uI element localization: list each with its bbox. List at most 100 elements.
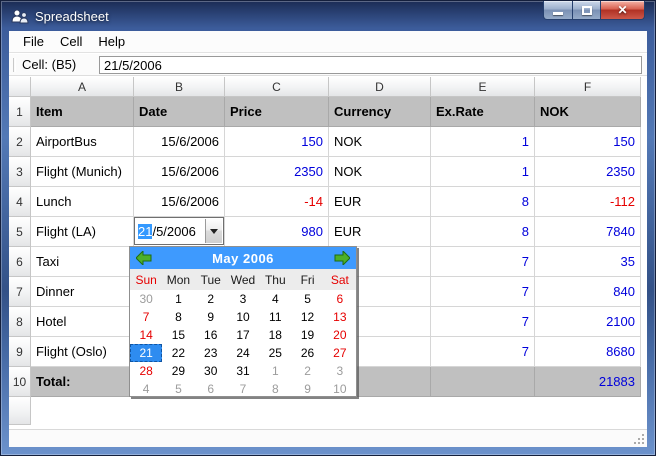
cell-A9[interactable]: Flight (Oslo) — [31, 337, 134, 367]
calendar-day[interactable]: 8 — [259, 380, 291, 398]
calendar-day[interactable]: 31 — [227, 362, 259, 380]
cell-E5[interactable]: 8 — [431, 217, 535, 247]
calendar-day[interactable]: 8 — [162, 308, 194, 326]
cell-D1[interactable]: Currency — [329, 97, 431, 127]
cell-F8[interactable]: 2100 — [535, 307, 641, 337]
menu-item-help[interactable]: Help — [90, 32, 133, 51]
column-header-d[interactable]: D — [329, 77, 431, 97]
cell-E9[interactable]: 7 — [431, 337, 535, 367]
maximize-button[interactable] — [573, 1, 601, 20]
calendar-day[interactable]: 14 — [130, 326, 162, 344]
cell-E8[interactable]: 7 — [431, 307, 535, 337]
calendar-day[interactable]: 29 — [162, 362, 194, 380]
cell-F9[interactable]: 8680 — [535, 337, 641, 367]
column-header-e[interactable]: E — [431, 77, 535, 97]
cell-D4[interactable]: EUR — [329, 187, 431, 217]
calendar-day[interactable]: 1 — [162, 290, 194, 308]
column-header-c[interactable]: C — [225, 77, 329, 97]
calendar-day[interactable]: 6 — [195, 380, 227, 398]
calendar-day[interactable]: 11 — [259, 308, 291, 326]
cell-C3[interactable]: 2350 — [225, 157, 329, 187]
row-header-8[interactable]: 8 — [9, 307, 31, 337]
calendar-day[interactable]: 24 — [227, 344, 259, 362]
cell-E10[interactable] — [431, 367, 535, 397]
previous-month-button[interactable] — [135, 251, 152, 266]
calendar-day[interactable]: 4 — [259, 290, 291, 308]
cell-F3[interactable]: 2350 — [535, 157, 641, 187]
cell-E4[interactable]: 8 — [431, 187, 535, 217]
cell-F7[interactable]: 840 — [535, 277, 641, 307]
calendar-day[interactable]: 2 — [291, 362, 323, 380]
calendar-day[interactable]: 16 — [195, 326, 227, 344]
cell-E7[interactable]: 7 — [431, 277, 535, 307]
calendar-day[interactable]: 19 — [291, 326, 323, 344]
calendar-day[interactable]: 7 — [130, 308, 162, 326]
cell-C2[interactable]: 150 — [225, 127, 329, 157]
calendar-day[interactable]: 18 — [259, 326, 291, 344]
calendar-day[interactable]: 7 — [227, 380, 259, 398]
calendar-day[interactable]: 10 — [324, 380, 356, 398]
calendar-day[interactable]: 15 — [162, 326, 194, 344]
cell-F4[interactable]: -112 — [535, 187, 641, 217]
next-month-button[interactable] — [334, 251, 351, 266]
calendar-day[interactable]: 25 — [259, 344, 291, 362]
calendar-day[interactable]: 9 — [195, 308, 227, 326]
cell-F2[interactable]: 150 — [535, 127, 641, 157]
cell-A6[interactable]: Taxi — [31, 247, 134, 277]
calendar-day[interactable]: 3 — [324, 362, 356, 380]
cell-D3[interactable]: NOK — [329, 157, 431, 187]
row-header-9[interactable]: 9 — [9, 337, 31, 367]
cell-C1[interactable]: Price — [225, 97, 329, 127]
calendar-day[interactable]: 6 — [324, 290, 356, 308]
calendar-day[interactable]: 2 — [195, 290, 227, 308]
calendar-day[interactable]: 4 — [130, 380, 162, 398]
calendar-day[interactable]: 1 — [259, 362, 291, 380]
cell-E2[interactable]: 1 — [431, 127, 535, 157]
column-header-f[interactable]: F — [535, 77, 641, 97]
cell-B2[interactable]: 15/6/2006 — [134, 127, 225, 157]
cell-A1[interactable]: Item — [31, 97, 134, 127]
cell-B3[interactable]: 15/6/2006 — [134, 157, 225, 187]
cell-F10[interactable]: 21883 — [535, 367, 641, 397]
minimize-button[interactable] — [543, 1, 573, 20]
cell-D2[interactable]: NOK — [329, 127, 431, 157]
calendar-day[interactable]: 3 — [227, 290, 259, 308]
calendar-day[interactable]: 26 — [291, 344, 323, 362]
row-header-6[interactable]: 6 — [9, 247, 31, 277]
row-header-5[interactable]: 5 — [9, 217, 31, 247]
calendar-day[interactable]: 12 — [291, 308, 323, 326]
cell-D5[interactable]: EUR — [329, 217, 431, 247]
calendar-day[interactable]: 10 — [227, 308, 259, 326]
calendar-day[interactable]: 23 — [195, 344, 227, 362]
formula-input[interactable] — [99, 56, 642, 74]
row-header-1[interactable]: 1 — [9, 97, 31, 127]
cell-A8[interactable]: Hotel — [31, 307, 134, 337]
column-header-a[interactable]: A — [31, 77, 134, 97]
calendar-day[interactable]: 30 — [195, 362, 227, 380]
cell-F1[interactable]: NOK — [535, 97, 641, 127]
resize-grip[interactable] — [634, 434, 644, 444]
cell-A7[interactable]: Dinner — [31, 277, 134, 307]
calendar-day[interactable]: 17 — [227, 326, 259, 344]
cell-A2[interactable]: AirportBus — [31, 127, 134, 157]
calendar-day[interactable]: 27 — [324, 344, 356, 362]
row-header-3[interactable]: 3 — [9, 157, 31, 187]
cell-C5[interactable]: 980 — [225, 217, 329, 247]
menu-item-file[interactable]: File — [15, 32, 52, 51]
title-bar[interactable]: Spreadsheet ✕ — [1, 1, 655, 31]
calendar-day[interactable]: 9 — [291, 380, 323, 398]
cell-A10[interactable]: Total: — [31, 367, 134, 397]
calendar-day[interactable]: 22 — [162, 344, 194, 362]
cell-A5[interactable]: Flight (LA) — [31, 217, 134, 247]
close-button[interactable]: ✕ — [601, 1, 645, 20]
cell-B4[interactable]: 15/6/2006 — [134, 187, 225, 217]
calendar-day[interactable]: 28 — [130, 362, 162, 380]
cell-A3[interactable]: Flight (Munich) — [31, 157, 134, 187]
cell-F5[interactable]: 7840 — [535, 217, 641, 247]
cell-E3[interactable]: 1 — [431, 157, 535, 187]
date-editor-combobox[interactable]: 21/5/2006 — [134, 217, 224, 245]
calendar-day[interactable]: 5 — [291, 290, 323, 308]
toolbar-grip[interactable] — [13, 57, 16, 72]
cell-B5[interactable]: 21/5/2006 — [134, 217, 225, 247]
column-header-b[interactable]: B — [134, 77, 225, 97]
